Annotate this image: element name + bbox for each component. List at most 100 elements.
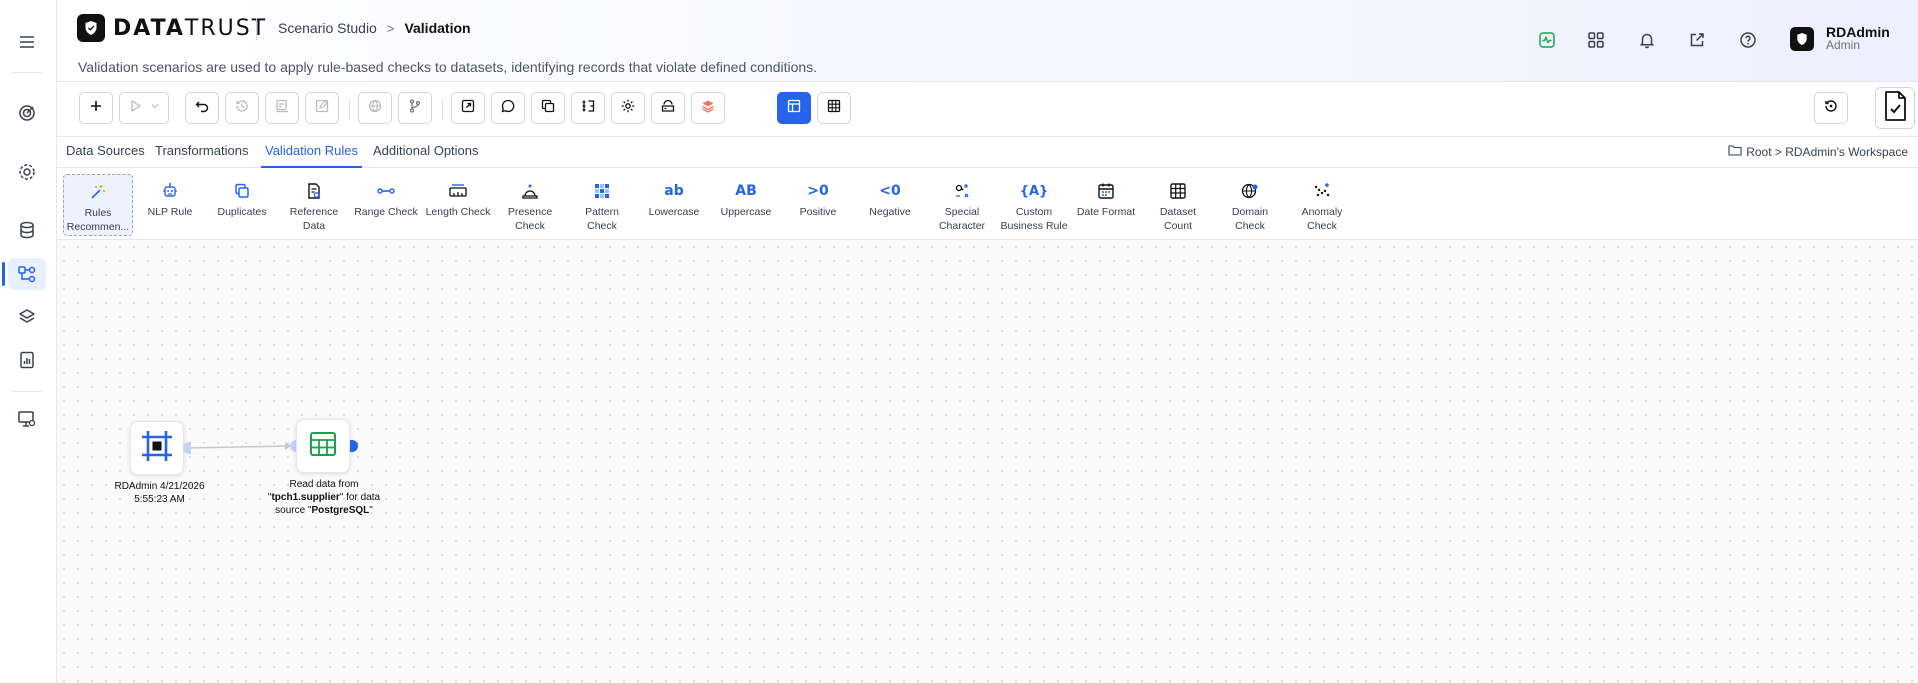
rule-pattern-check[interactable]: Pattern Check [567, 174, 637, 236]
node-output-port[interactable] [183, 442, 191, 454]
plus-icon [88, 98, 104, 119]
rule-label: Lowercase [648, 206, 700, 218]
help-icon[interactable] [1736, 28, 1760, 52]
globe-icon [367, 98, 383, 119]
rule-rules-recommender[interactable]: Rules Recommen... [63, 174, 133, 236]
rule-negative[interactable]: <0 Negative [855, 174, 925, 236]
external-link-icon[interactable] [1685, 28, 1709, 52]
table-grid-icon [306, 427, 340, 466]
app-grid-icon[interactable] [1584, 28, 1608, 52]
calendar-icon [1071, 180, 1141, 202]
comment-button[interactable] [491, 92, 525, 124]
uppercase-glyph: AB [735, 183, 757, 199]
rule-domain-check[interactable]: Domain Check [1215, 174, 1285, 236]
run-button[interactable] [119, 92, 169, 124]
validate-document-button[interactable] [1875, 87, 1915, 129]
start-node[interactable] [130, 421, 184, 475]
branch-button[interactable] [398, 92, 432, 124]
rule-range-check[interactable]: Range Check [351, 174, 421, 236]
history-button[interactable] [225, 92, 259, 124]
rule-label: Range Check [354, 206, 418, 218]
tab-transformations[interactable]: Transformations [151, 137, 252, 168]
scenario-flow-icon[interactable] [2, 258, 46, 290]
open-external-button[interactable] [451, 92, 485, 124]
layers-button[interactable] [691, 92, 725, 124]
layers-icon[interactable] [8, 301, 46, 333]
globe-button[interactable] [358, 92, 392, 124]
settings-gear-icon[interactable] [8, 156, 46, 188]
chevron-down-icon [149, 99, 161, 117]
workspace-path[interactable]: Root > RDAdmin's Workspace [1728, 144, 1908, 159]
header-divider [256, 18, 257, 40]
rule-dataset-count[interactable]: Dataset Count [1143, 174, 1213, 236]
compare-button[interactable] [571, 92, 605, 124]
scenario-toolbar [57, 82, 1918, 137]
bell-icon[interactable] [1635, 28, 1659, 52]
data-source-node[interactable] [296, 419, 350, 473]
trigger-icon [140, 429, 174, 468]
globe-icon [1215, 180, 1285, 202]
breadcrumb: Scenario Studio > Validation [278, 20, 471, 36]
tab-data-sources[interactable]: Data Sources [62, 137, 149, 168]
breadcrumb-parent[interactable]: Scenario Studio [278, 20, 377, 36]
cloud-server-button[interactable] [651, 92, 685, 124]
rule-custom-business-rule[interactable]: {A} Custom Business Rule [999, 174, 1069, 236]
canvas-view-button[interactable] [777, 92, 811, 124]
rule-label: Pattern Check [585, 206, 619, 232]
rule-uppercase[interactable]: AB Uppercase [711, 174, 781, 236]
layout-icon [786, 98, 802, 119]
table-grid-icon [826, 98, 842, 119]
undo-button[interactable] [185, 92, 219, 124]
document-check-icon [1881, 90, 1909, 127]
report-icon[interactable] [8, 344, 46, 376]
rule-label: Domain Check [1231, 206, 1269, 232]
duplicates-icon [207, 180, 277, 202]
scenario-settings-button[interactable] [611, 92, 645, 124]
tab-additional-options[interactable]: Additional Options [369, 137, 483, 168]
tab-validation-rules[interactable]: Validation Rules [261, 137, 362, 168]
rule-label: Presence Check [507, 206, 553, 232]
activity-status-icon[interactable] [1535, 28, 1559, 52]
user-menu[interactable]: RDAdmin Admin [1790, 25, 1890, 52]
scenario-canvas[interactable]: RDAdmin 4/21/2026 5:55:23 AM Read data f… [57, 240, 1918, 683]
nlp-icon [135, 180, 205, 202]
brand-logo[interactable]: DATATRUST [77, 14, 267, 42]
rule-positive[interactable]: >0 Positive [783, 174, 853, 236]
add-button[interactable] [79, 92, 113, 124]
negative-glyph: <0 [879, 183, 901, 199]
restore-button[interactable] [1814, 92, 1848, 124]
positive-glyph: >0 [807, 183, 829, 199]
table-view-button[interactable] [817, 92, 851, 124]
rule-special-character[interactable]: Special Character [927, 174, 997, 236]
rule-duplicates[interactable]: Duplicates [207, 174, 277, 236]
rule-length-check[interactable]: Length Check [423, 174, 493, 236]
rule-lowercase[interactable]: ab Lowercase [639, 174, 709, 236]
user-role: Admin [1826, 38, 1861, 52]
target-icon[interactable] [8, 97, 46, 129]
save-version-button[interactable] [265, 92, 299, 124]
brand-name: DATATRUST [113, 15, 268, 41]
history-icon [234, 98, 250, 119]
data-source-node-label: Read data from "tpch1.supplier" for data… [267, 479, 381, 516]
rule-presence-check[interactable]: Presence Check [495, 174, 565, 236]
rule-label: NLP Rule [147, 206, 193, 218]
rule-nlp-rule[interactable]: NLP Rule [135, 174, 205, 236]
copy-icon [540, 98, 556, 119]
edit-button[interactable] [305, 92, 339, 124]
toolbar-divider [349, 98, 350, 120]
copy-button[interactable] [531, 92, 565, 124]
hamburger-menu-icon[interactable] [8, 26, 46, 58]
rail-divider [12, 72, 42, 73]
page-description: Validation scenarios are used to apply r… [78, 59, 818, 75]
left-rail [0, 0, 57, 683]
cloud-server-icon [660, 98, 676, 119]
rule-reference-data[interactable]: Reference Data [279, 174, 349, 236]
monitor-settings-icon[interactable] [8, 403, 46, 435]
database-icon[interactable] [8, 214, 46, 246]
rule-label: Anomaly Check [1301, 206, 1343, 232]
gear-icon [620, 98, 636, 119]
toolbar-divider [442, 98, 443, 120]
rule-date-format[interactable]: Date Format [1071, 174, 1141, 236]
start-node-label: RDAdmin 4/21/2026 5:55:23 AM [114, 481, 205, 505]
rule-anomaly-check[interactable]: Anomaly Check [1287, 174, 1357, 236]
